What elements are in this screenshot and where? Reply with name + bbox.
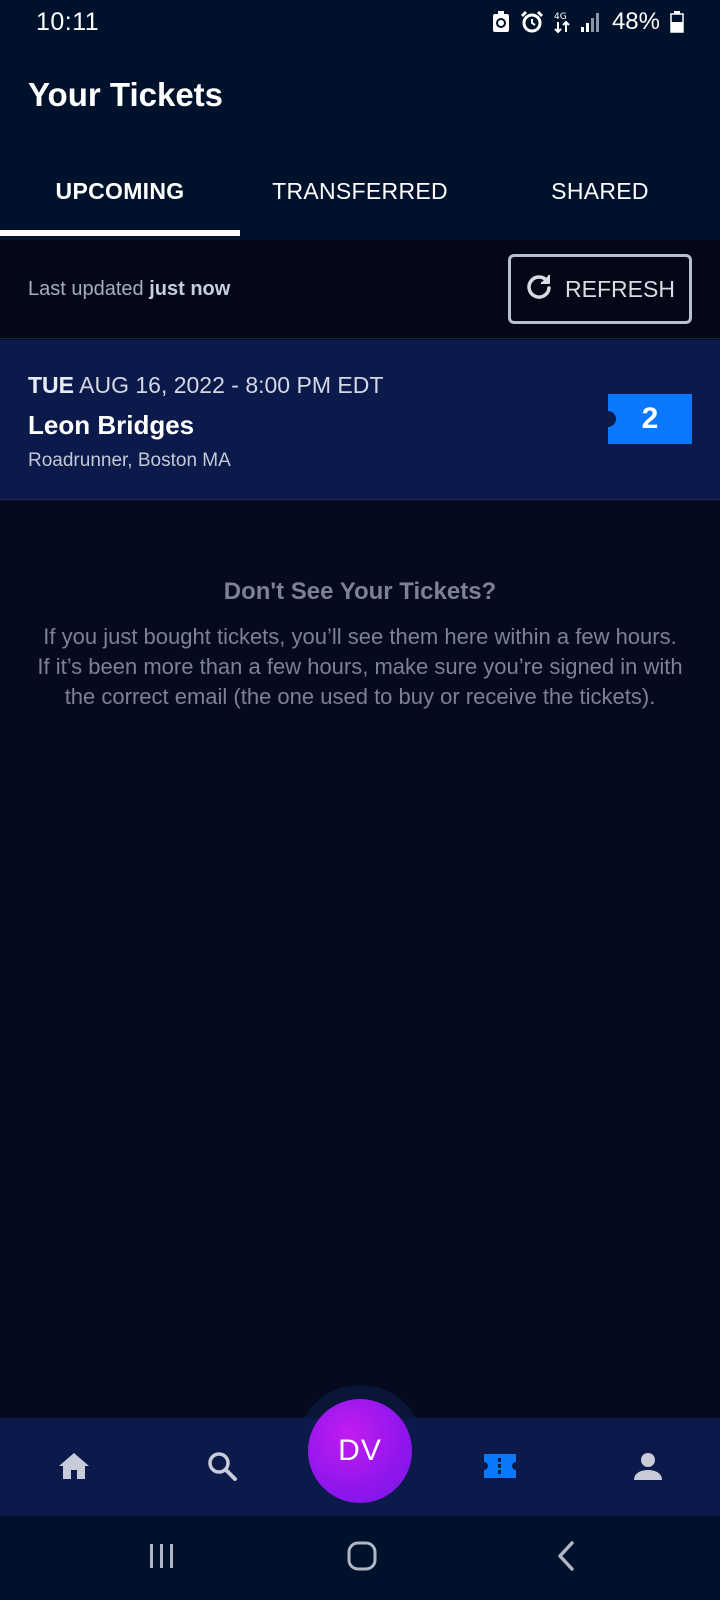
event-datetime: AUG 16, 2022 - 8:00 PM EDT <box>79 372 384 398</box>
home-system-button[interactable] <box>342 1538 382 1578</box>
refresh-icon <box>525 272 553 306</box>
info-body: If you just bought tickets, you’ll see t… <box>37 624 683 709</box>
nav-account[interactable] <box>626 1446 670 1490</box>
tab-shared[interactable]: SHARED <box>480 166 720 240</box>
ticket-icon <box>482 1452 518 1485</box>
person-icon <box>633 1451 663 1486</box>
last-updated-prefix: Last updated <box>28 278 144 300</box>
search-icon <box>206 1450 238 1487</box>
nav-tickets[interactable] <box>478 1446 522 1490</box>
status-icons: 4G 48% <box>492 8 684 36</box>
nav-home[interactable] <box>52 1446 96 1490</box>
svg-text:4G: 4G <box>554 12 567 22</box>
back-button[interactable] <box>546 1538 586 1578</box>
event-day: TUE <box>28 372 74 398</box>
event-card[interactable]: TUE AUG 16, 2022 - 8:00 PM EDT Leon Brid… <box>0 340 720 500</box>
info-title: Don't See Your Tickets? <box>223 578 497 605</box>
recycle-icon <box>492 11 510 33</box>
event-name: Leon Bridges <box>28 410 195 440</box>
event-date: TUE AUG 16, 2022 - 8:00 PM EDT <box>28 372 383 399</box>
battery-icon <box>670 11 684 33</box>
update-bar: Last updated just now REFRESH <box>0 240 720 339</box>
system-nav <box>0 1516 720 1600</box>
tab-upcoming[interactable]: UPCOMING <box>0 166 240 240</box>
tab-transferred[interactable]: TRANSFERRED <box>240 166 480 240</box>
avatar-button[interactable]: DV <box>308 1399 412 1503</box>
refresh-label: REFRESH <box>565 275 675 302</box>
back-icon <box>554 1540 578 1577</box>
nav-search[interactable] <box>200 1446 244 1490</box>
home-icon <box>57 1451 91 1486</box>
last-updated-value: just now <box>149 278 231 300</box>
alarm-icon <box>520 10 544 34</box>
refresh-button[interactable]: REFRESH <box>508 254 692 324</box>
battery-percent: 48% <box>611 8 660 35</box>
page-title: Your Tickets <box>28 76 224 113</box>
event-venue: Roadrunner, Boston MA <box>28 450 231 471</box>
recent-apps-icon <box>147 1542 177 1575</box>
last-updated: Last updated just now <box>28 278 230 301</box>
home-circle-icon <box>346 1540 378 1577</box>
ticket-count-badge: 2 <box>600 394 692 444</box>
tab-bar: UPCOMING TRANSFERRED SHARED <box>0 166 720 240</box>
status-time: 10:11 <box>36 7 100 36</box>
signal-icon <box>580 11 602 33</box>
data-transfer-icon: 4G <box>554 10 570 34</box>
header: Your Tickets UPCOMING TRANSFERRED SHARED <box>0 44 720 240</box>
recent-apps-button[interactable] <box>142 1538 182 1578</box>
status-bar: 10:11 4G 48% <box>0 0 720 44</box>
